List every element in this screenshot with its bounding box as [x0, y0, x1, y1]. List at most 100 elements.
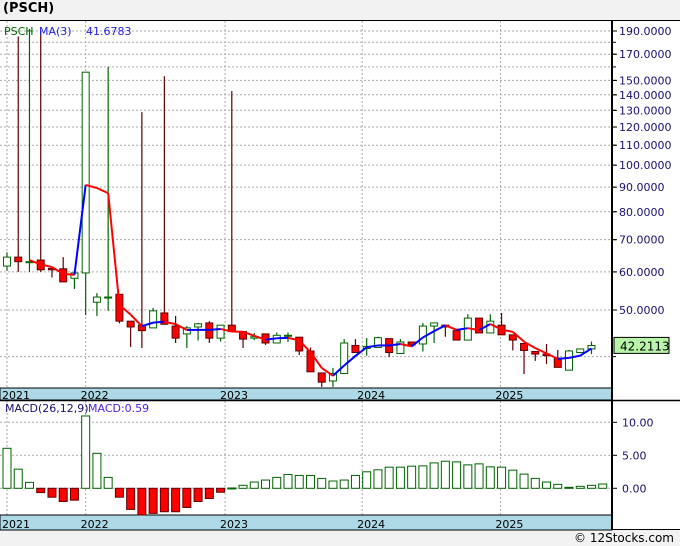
- price-axis-label: 50.0000: [619, 304, 665, 317]
- macd-axis-label: 10.00: [622, 416, 654, 429]
- last-price-label: 42.2113: [620, 339, 670, 353]
- candle-up: [216, 324, 225, 339]
- macd-bar-positive: [350, 474, 360, 489]
- macd-bar-negative: [204, 487, 214, 500]
- macd-bar-positive: [305, 474, 315, 489]
- ma3-segment: [546, 352, 559, 360]
- candle-down: [171, 325, 180, 339]
- macd-bar-positive: [395, 466, 405, 489]
- price-axis-label: 120.0000: [619, 121, 672, 134]
- legend-ma-value: 41.6783: [86, 25, 132, 38]
- candle-down: [351, 344, 360, 353]
- ma3-segment: [63, 272, 75, 276]
- macd-bar-positive: [575, 485, 585, 489]
- price-axis-label: 80.0000: [619, 206, 665, 219]
- macd-bar-positive: [407, 465, 417, 489]
- candle-up: [3, 256, 11, 267]
- macd-axis-label: 5.00: [622, 449, 647, 462]
- macd-bar-positive: [542, 481, 552, 489]
- ma3-segment: [265, 337, 277, 341]
- macd-bar-negative: [148, 487, 158, 514]
- candle-down: [508, 334, 517, 341]
- candle-down: [126, 320, 135, 328]
- candle-up: [430, 322, 439, 327]
- ma3-segment: [96, 187, 109, 195]
- macd-bar-positive: [384, 466, 394, 489]
- macd-bar-positive: [373, 469, 383, 489]
- macd-bar-positive: [328, 480, 338, 489]
- candle-up: [284, 334, 292, 337]
- copyright-footer: © 12Stocks.com: [574, 531, 674, 545]
- macd-bar-positive: [474, 463, 484, 489]
- macd-bar-positive: [598, 483, 608, 489]
- candle-down: [520, 342, 529, 351]
- price-axis-label: 190.0000: [619, 25, 672, 38]
- macd-bar-positive: [81, 415, 91, 489]
- macd-bar-negative: [69, 487, 79, 501]
- candle-down: [452, 330, 461, 341]
- macd-bar-positive: [317, 477, 327, 489]
- macd-bar-positive: [103, 476, 113, 489]
- macd-bar-positive: [429, 462, 439, 489]
- macd-bar-positive: [497, 466, 507, 489]
- candle-down: [59, 268, 68, 283]
- macd-bar-negative: [193, 487, 203, 502]
- candle-up: [486, 320, 495, 334]
- macd-bar-positive: [418, 465, 428, 489]
- candle-down: [14, 256, 23, 263]
- legend-ma-label: MA(3): [39, 25, 72, 38]
- macd-bar-positive: [227, 487, 237, 490]
- macd-bar-negative: [137, 487, 147, 516]
- macd-bar-positive: [2, 447, 12, 489]
- price-axis-label: 130.0000: [619, 104, 672, 117]
- year-label: 2022: [81, 518, 109, 531]
- macd-bar-negative: [171, 487, 181, 513]
- year-label: 2024: [357, 518, 385, 531]
- candle-down: [317, 372, 326, 383]
- macd-bar-positive: [294, 474, 304, 489]
- ma3-segment: [209, 327, 221, 331]
- ma3-segment: [153, 320, 165, 324]
- macd-bar-positive: [92, 452, 102, 489]
- price-axis-label: 150.0000: [619, 74, 672, 87]
- candle-up: [194, 323, 203, 328]
- price-axis-label: 140.0000: [619, 89, 672, 102]
- stock-chart: 2021202120222022202320232024202420252025…: [0, 20, 680, 531]
- macd-legend-value: MACD:0.59: [88, 402, 149, 415]
- price-axis-label: 60.0000: [619, 266, 665, 279]
- macd-bar-positive: [463, 464, 473, 489]
- macd-bar-positive: [261, 479, 271, 489]
- macd-legend-label: MACD(26,12,9): [5, 402, 89, 415]
- year-label: 2021: [2, 518, 30, 531]
- macd-bar-positive: [485, 466, 495, 489]
- legend-symbol: PSCH: [4, 25, 34, 38]
- macd-bar-negative: [159, 487, 169, 513]
- year-label: 2025: [495, 518, 523, 531]
- ma3-segment: [557, 356, 570, 360]
- macd-bar-negative: [114, 487, 124, 498]
- candle-up: [92, 296, 101, 303]
- candle-up: [149, 310, 158, 329]
- price-axis-label: 110.0000: [619, 139, 672, 152]
- macd-bar-positive: [564, 486, 574, 489]
- macd-bar-negative: [36, 487, 46, 494]
- macd-bar-positive: [283, 473, 293, 489]
- macd-bar-positive: [586, 484, 596, 489]
- macd-bar-positive: [13, 468, 23, 489]
- macd-bar-negative: [126, 487, 136, 510]
- macd-bar-positive: [508, 469, 518, 489]
- macd-bar-positive: [452, 461, 462, 489]
- ma3-segment: [107, 193, 121, 305]
- candle-up: [565, 350, 573, 371]
- candle-up: [81, 71, 90, 274]
- macd-bar-negative: [182, 487, 192, 508]
- candle-down: [531, 350, 540, 355]
- candle-up: [576, 348, 585, 353]
- candle-up: [104, 296, 113, 299]
- price-axis-label: 100.0000: [619, 159, 672, 172]
- price-axis-label: 70.0000: [619, 234, 665, 247]
- macd-bar-negative: [58, 487, 68, 502]
- macd-bar-negative: [47, 487, 57, 498]
- macd-bar-positive: [362, 471, 372, 489]
- macd-bar-positive: [553, 483, 563, 489]
